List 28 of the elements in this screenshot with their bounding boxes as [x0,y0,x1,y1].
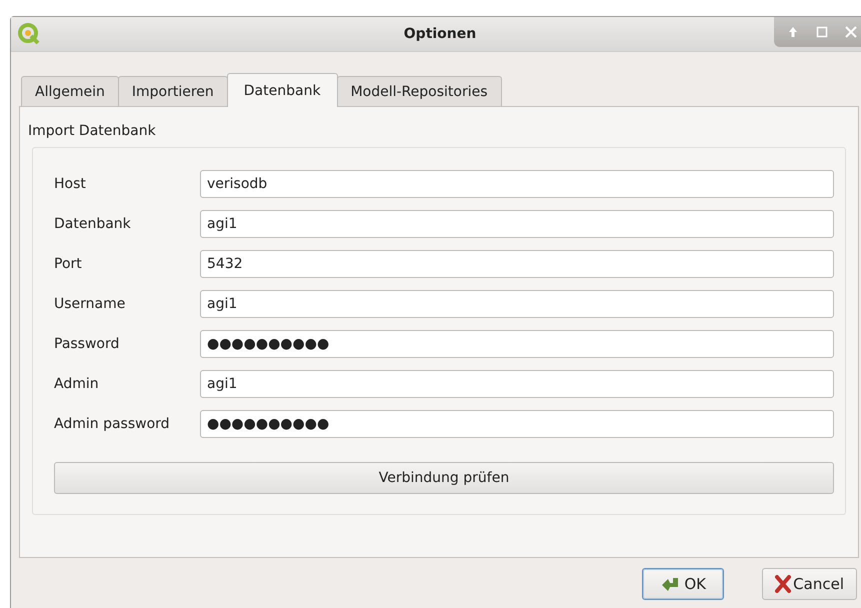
tab[interactable]: Modell-Repositories [336,76,502,106]
app-logo-icon [17,22,41,46]
field-label: Host [54,176,87,192]
input-field[interactable]: ●●●●●●●●●● [200,330,834,358]
up-arrow-icon[interactable] [786,26,798,38]
field-label: Admin password [54,416,171,432]
input-field[interactable]: ●●●●●●●●●● [200,410,834,438]
input-field[interactable]: agi1 [200,290,834,318]
input-field[interactable]: verisodb [200,170,834,198]
cancel-button[interactable]: Cancel [762,568,857,600]
field-label: Password [54,336,120,352]
cross-icon [775,575,792,593]
test-connection-button[interactable]: Verbindung prüfen [54,462,834,494]
field-label: Admin [54,376,100,392]
group-title: Import Datenbank [28,123,157,139]
ok-button[interactable]: OK [642,568,724,600]
field-label: Port [54,256,83,272]
input-field[interactable]: agi1 [200,210,834,238]
tab[interactable]: Importieren [118,76,228,106]
window-title: Optionen [402,26,478,42]
input-field[interactable]: 5432 [200,250,834,278]
input-field[interactable]: agi1 [200,370,834,398]
maximize-icon[interactable] [816,26,828,38]
field-label: Datenbank [54,216,132,232]
tab[interactable]: Allgemein [21,76,119,106]
field-label: Username [54,296,126,312]
close-icon[interactable] [844,26,856,38]
tab[interactable]: Datenbank [226,73,338,107]
